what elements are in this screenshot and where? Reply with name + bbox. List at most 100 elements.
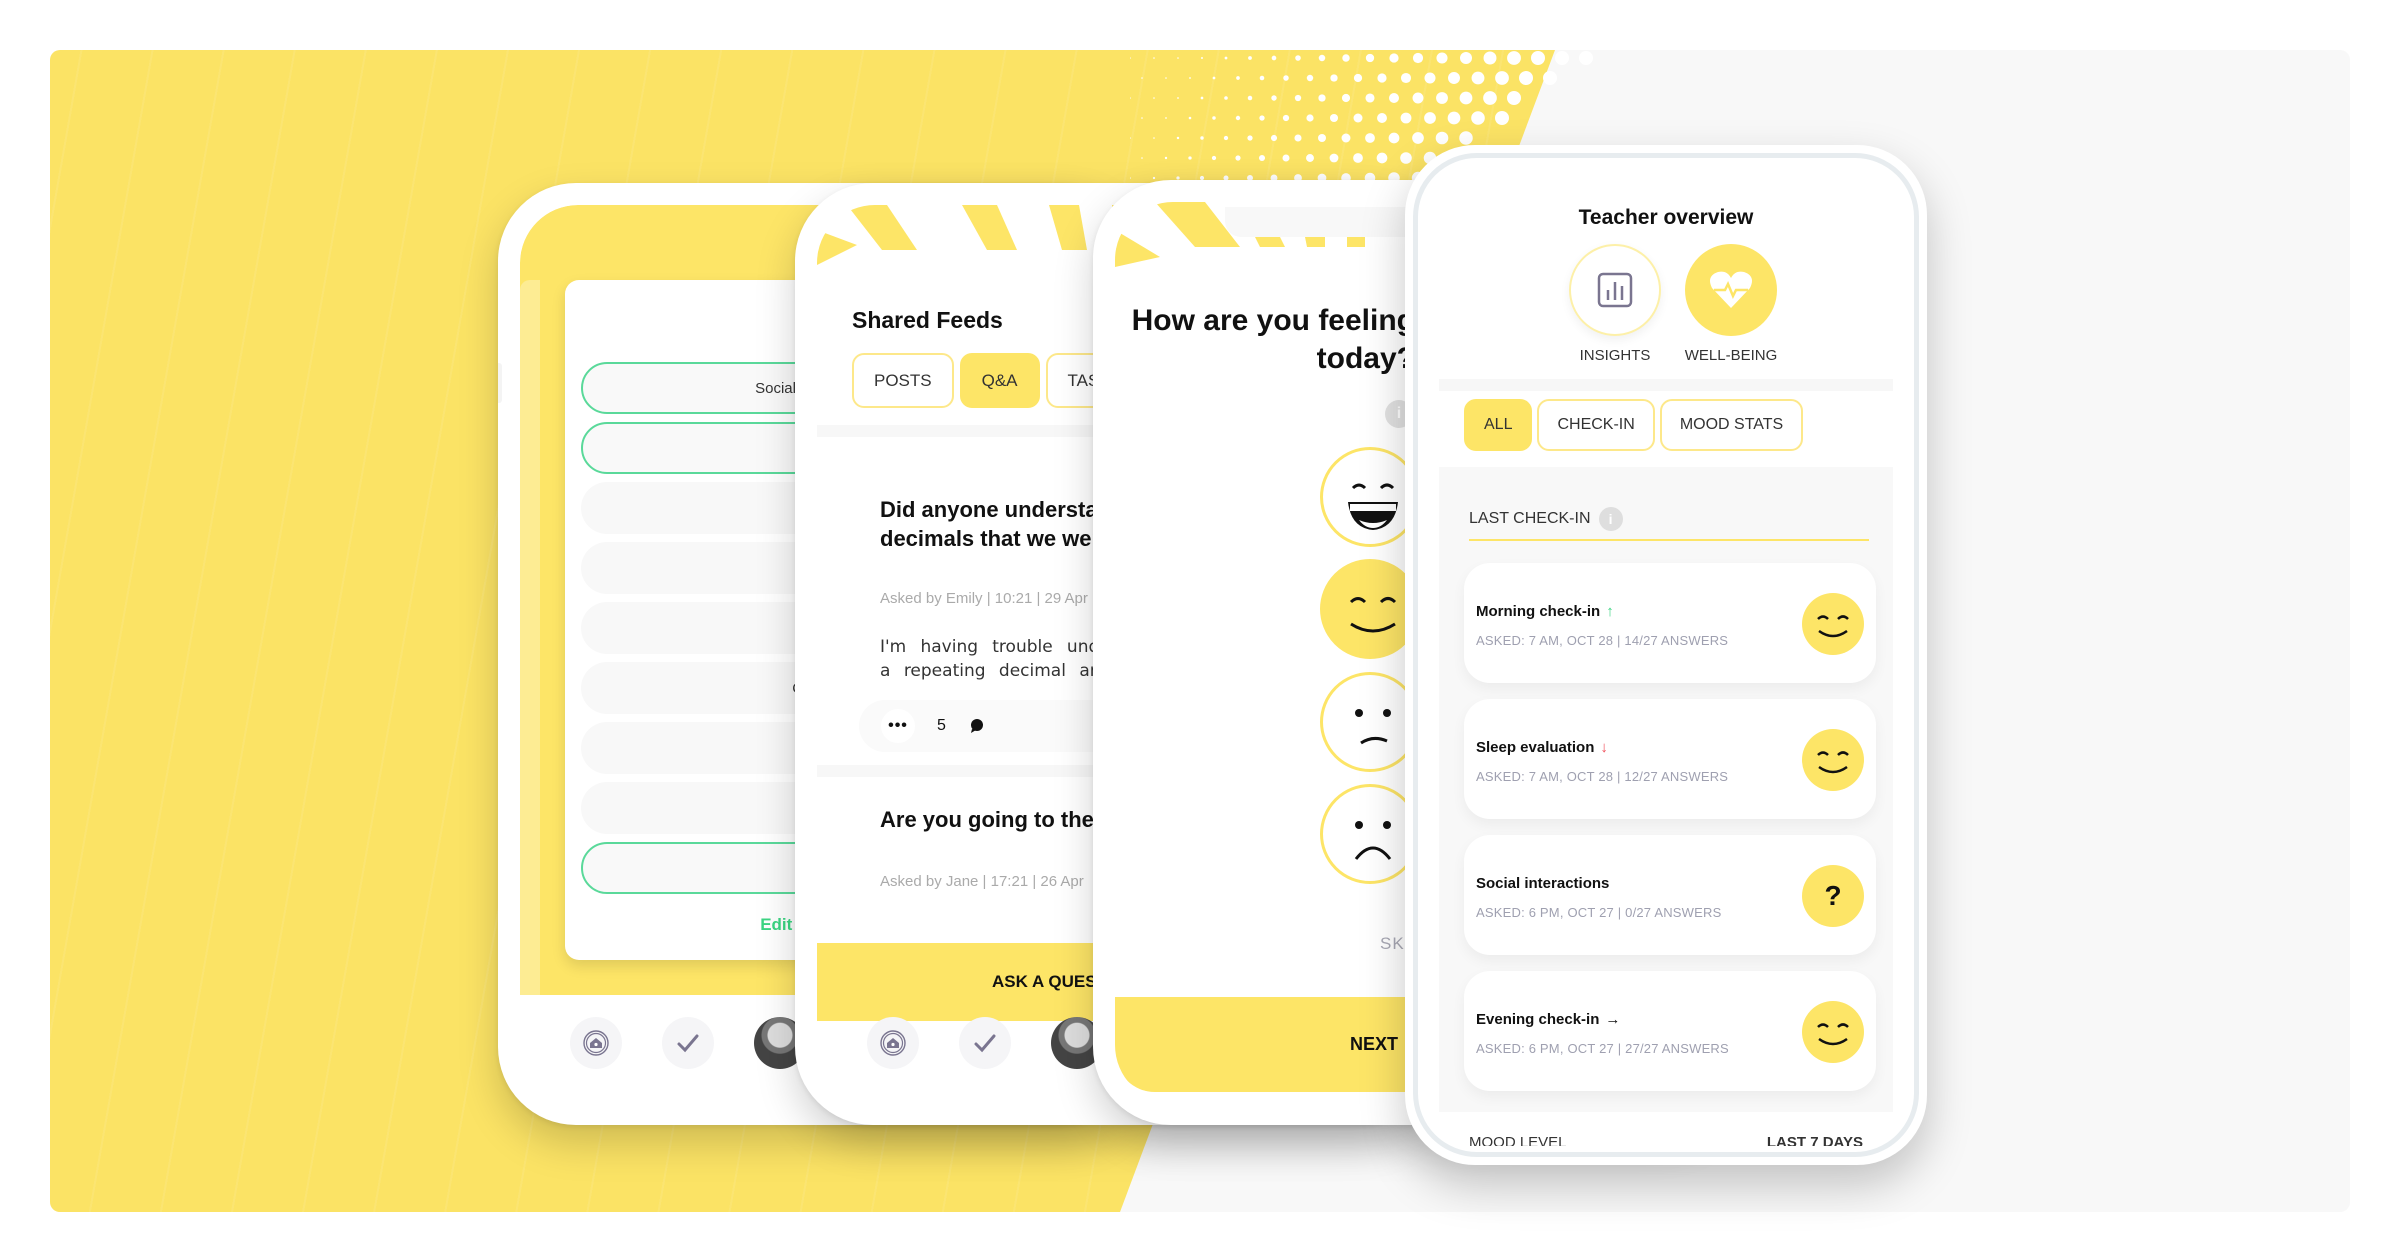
halftone-dot bbox=[1424, 112, 1436, 124]
range-selector[interactable]: LAST 7 DAYS bbox=[1767, 1134, 1863, 1146]
more-icon: ••• bbox=[888, 717, 908, 734]
checkin-card[interactable]: Evening check-in → ASKED: 6 PM, OCT 27 | … bbox=[1464, 971, 1876, 1091]
info-icon[interactable]: i bbox=[1598, 507, 1623, 531]
tab-check-in[interactable]: CHECK-IN bbox=[1537, 399, 1655, 451]
section-title: LAST CHECK-IN bbox=[1469, 510, 1591, 527]
halftone-dot bbox=[1459, 51, 1473, 65]
halftone-dot bbox=[1188, 156, 1192, 160]
halftone-dot bbox=[1471, 111, 1485, 125]
halftone-dot bbox=[1495, 71, 1509, 85]
more-options-button[interactable]: ••• bbox=[881, 709, 915, 743]
halftone-dot bbox=[1189, 77, 1191, 79]
halftone-dot bbox=[1436, 52, 1448, 64]
checkin-title-row: Sleep evaluation ↓ bbox=[1476, 739, 1608, 756]
halftone-dot bbox=[1353, 153, 1363, 163]
checkin-meta: ASKED: 6 PM, OCT 27 | 0/27 ANSWERS bbox=[1476, 905, 1722, 920]
home-button[interactable] bbox=[570, 1017, 622, 1069]
check-icon bbox=[974, 1034, 996, 1053]
halftone-dot bbox=[1329, 113, 1339, 123]
smile-face-icon bbox=[1802, 593, 1864, 655]
checkin-title: Morning check-in bbox=[1476, 603, 1601, 620]
checkin-title: Evening check-in bbox=[1476, 1011, 1600, 1028]
halftone-dot bbox=[1212, 116, 1216, 120]
halftone-dot bbox=[1507, 91, 1521, 105]
tab-posts[interactable]: POSTS bbox=[852, 353, 954, 408]
halftone-dot bbox=[1294, 134, 1302, 142]
insights-label: INSIGHTS bbox=[1579, 347, 1651, 364]
trend-down-icon: ↓ bbox=[1600, 739, 1608, 756]
smile-face-icon bbox=[1802, 729, 1864, 791]
halftone-dot bbox=[1259, 75, 1265, 81]
halftone-dot bbox=[1200, 96, 1204, 100]
halftone-dot bbox=[1258, 154, 1266, 162]
mood-level-header: MOOD LEVEL LAST 7 DAYS bbox=[1469, 1134, 1863, 1146]
halftone-dot bbox=[1459, 91, 1473, 105]
checkin-title: Social interactions bbox=[1476, 875, 1610, 892]
halftone-dot bbox=[1330, 74, 1338, 82]
halftone-dot bbox=[1424, 72, 1436, 84]
tab-qa[interactable]: Q&A bbox=[959, 353, 1040, 408]
tasks-button[interactable] bbox=[662, 1017, 714, 1069]
bar-chart-icon bbox=[1597, 272, 1633, 308]
smile-face-icon bbox=[1802, 1001, 1864, 1063]
halftone-dot bbox=[1471, 71, 1485, 85]
halftone-dot bbox=[1153, 137, 1155, 139]
tasks-button[interactable] bbox=[959, 1017, 1011, 1069]
halftone-dot bbox=[1130, 57, 1131, 59]
stacked-card-edge bbox=[520, 280, 540, 995]
mood-level-label: MOOD LEVEL bbox=[1469, 1134, 1567, 1146]
halftone-dot bbox=[1435, 131, 1449, 145]
tab-all[interactable]: ALL bbox=[1464, 399, 1533, 451]
halftone-dot bbox=[1164, 156, 1168, 160]
question-meta: Asked by Emily | 10:21 | 29 Apr bbox=[880, 590, 1088, 607]
home-button[interactable] bbox=[867, 1017, 919, 1069]
halftone-dot bbox=[1247, 95, 1253, 101]
halftone-dot bbox=[1130, 97, 1131, 99]
insights-button[interactable] bbox=[1569, 244, 1661, 336]
halftone-dot bbox=[1165, 77, 1167, 79]
well-being-button[interactable] bbox=[1685, 244, 1777, 336]
halftone-dot bbox=[1165, 117, 1167, 119]
trend-up-icon: ↑ bbox=[1606, 603, 1614, 620]
checkin-meta: ASKED: 7 AM, OCT 28 | 14/27 ANSWERS bbox=[1476, 633, 1729, 648]
halftone-dot bbox=[1200, 136, 1204, 140]
checkin-title-row: Evening check-in → bbox=[1476, 1011, 1620, 1028]
page-title: Teacher overview bbox=[1578, 206, 1754, 229]
halftone-dot bbox=[1224, 56, 1228, 60]
checkin-title-row: Social interactions bbox=[1476, 875, 1609, 892]
section-header: LAST CHECK-IN i bbox=[1469, 507, 1869, 541]
halftone-dot bbox=[1448, 72, 1460, 84]
checkin-meta: ASKED: 7 AM, OCT 28 | 12/27 ANSWERS bbox=[1476, 769, 1729, 784]
halftone-dot bbox=[1377, 113, 1387, 123]
halftone-dot bbox=[1543, 71, 1557, 85]
checkin-card[interactable]: Morning check-in ↑ ASKED: 7 AM, OCT 28 | … bbox=[1464, 563, 1876, 683]
halftone-dot bbox=[1212, 76, 1216, 80]
checkin-list: LAST CHECK-IN i Morning check-in ↑ ASKED:… bbox=[1439, 467, 1893, 1112]
comment-count: 5 bbox=[937, 717, 946, 734]
halftone-dot bbox=[1341, 133, 1351, 143]
comment-icon[interactable] bbox=[968, 717, 986, 735]
halftone-dot bbox=[1141, 157, 1143, 159]
tab-mood-stats[interactable]: MOOD STATS bbox=[1659, 399, 1804, 451]
halftone-dot bbox=[1141, 117, 1143, 119]
halftone-dot bbox=[1531, 51, 1545, 65]
halftone-dot bbox=[1271, 95, 1277, 101]
checkin-title-row: Morning check-in ↑ bbox=[1476, 603, 1614, 620]
halftone-dot bbox=[1342, 54, 1350, 62]
halftone-dot bbox=[1400, 152, 1412, 164]
question-meta: Asked by Jane | 17:21 | 26 Apr bbox=[880, 873, 1084, 890]
halftone-dot bbox=[1483, 51, 1497, 65]
halftone-dot bbox=[1188, 116, 1192, 120]
halftone-dot bbox=[1201, 57, 1203, 59]
checkin-card[interactable]: Social interactions ASKED: 6 PM, OCT 27 … bbox=[1464, 835, 1876, 955]
halftone-dot bbox=[1377, 73, 1387, 83]
halftone-dot bbox=[1459, 131, 1473, 145]
halftone-dot bbox=[1236, 76, 1240, 80]
halftone-dot bbox=[1579, 51, 1593, 65]
halftone-dot bbox=[1389, 53, 1399, 63]
halftone-dot bbox=[1271, 55, 1277, 61]
halftone-dot bbox=[1306, 114, 1314, 122]
checkin-card[interactable]: Sleep evaluation ↓ ASKED: 7 AM, OCT 28 | … bbox=[1464, 699, 1876, 819]
mood-question: How are you feeling today? bbox=[1131, 304, 1415, 375]
halftone-dot bbox=[1235, 155, 1241, 161]
